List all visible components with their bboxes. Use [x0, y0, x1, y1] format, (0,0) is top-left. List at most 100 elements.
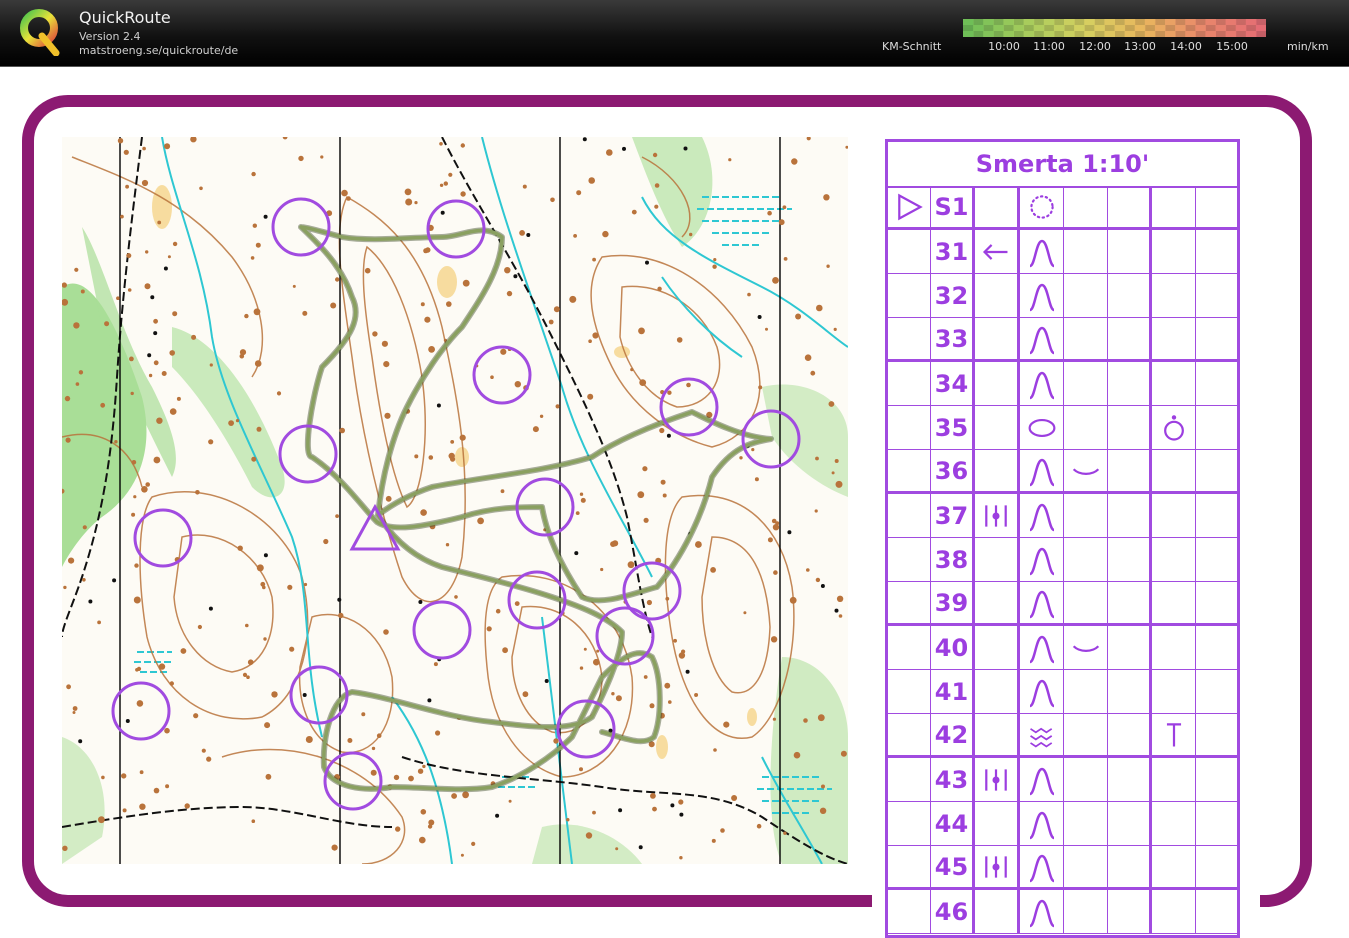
boulder-dot	[630, 368, 634, 372]
pace-scale-cell	[1235, 19, 1247, 25]
boulder-dot	[815, 577, 821, 583]
empty-cell	[1196, 450, 1237, 491]
knoll-icon	[1020, 494, 1064, 537]
boulder-dot	[758, 385, 763, 390]
orienteering-map[interactable]	[62, 137, 848, 864]
boulder-dot	[335, 514, 339, 518]
boulder-dot	[610, 541, 616, 547]
empty-cell	[1196, 802, 1237, 845]
boulder-dot	[209, 363, 213, 367]
empty-cell	[975, 538, 1020, 581]
boulder-dot	[587, 393, 594, 400]
pace-scale-cell	[1215, 19, 1227, 25]
stream-layer	[161, 137, 848, 864]
boulder-dot	[346, 196, 351, 201]
boulder-dot	[840, 750, 847, 757]
boulder-dot	[302, 310, 308, 316]
boulder-dot	[611, 692, 615, 696]
pace-scale-cell	[1124, 31, 1136, 37]
control-code: 34	[931, 362, 975, 405]
boulder-dot	[80, 289, 85, 294]
boulder-dot	[596, 649, 600, 653]
middle-icon	[975, 846, 1020, 887]
boulder-dot	[153, 360, 159, 366]
boulder-dot	[139, 803, 146, 810]
empty-cell	[975, 274, 1020, 317]
boulder-dot	[172, 311, 178, 317]
boulder-dot	[158, 663, 166, 670]
boulder-dot	[439, 142, 443, 146]
empty-cell	[1108, 318, 1152, 359]
pace-scale-cell	[1134, 19, 1146, 25]
boulder-dot	[806, 137, 811, 141]
map-canvas[interactable]	[62, 137, 848, 864]
boulder-dot	[172, 241, 178, 247]
empty-cell	[1108, 494, 1152, 537]
boulder-dot	[711, 838, 716, 843]
pace-label: KM-Schnitt	[882, 40, 942, 53]
boulder-dot	[330, 302, 337, 309]
pace-scale-cell	[1245, 19, 1257, 25]
boulder-dot	[579, 767, 583, 772]
knoll-icon	[1020, 626, 1064, 669]
boulder-dot	[287, 584, 293, 590]
boulder-dot	[522, 691, 529, 698]
empty-cell	[888, 670, 931, 713]
rock-dot	[666, 433, 671, 438]
control-circle[interactable]	[412, 600, 472, 660]
boulder-dot	[395, 826, 401, 832]
pace-scale-cell	[1094, 31, 1105, 37]
boulder-dot	[63, 585, 67, 590]
empty-cell	[1064, 758, 1108, 801]
boulder-dot	[417, 768, 424, 774]
pace-color-scale[interactable]	[963, 19, 1266, 37]
pace-scale-cell	[1175, 25, 1186, 31]
pace-tick: 11:00	[1033, 40, 1065, 53]
control-circle[interactable]	[472, 345, 532, 405]
control-row: 45	[888, 846, 1237, 890]
control-circle[interactable]	[289, 665, 349, 725]
control-circle[interactable]	[111, 681, 171, 741]
pace-scale-cell	[1235, 31, 1247, 37]
control-circle[interactable]	[659, 377, 719, 437]
empty-cell	[1064, 318, 1108, 359]
pace-scale-cell	[1134, 25, 1146, 31]
boulder-dot	[123, 149, 129, 155]
rock-dot	[427, 698, 432, 703]
boulder-dot	[522, 184, 527, 189]
boulder-dot	[393, 774, 400, 781]
boulder-dot	[169, 681, 174, 686]
empty-cell	[1196, 538, 1237, 581]
boulder-dot	[660, 479, 666, 485]
arrow-left-icon	[975, 230, 1020, 273]
pace-tick: 15:00	[1216, 40, 1248, 53]
pace-scale-cell	[1104, 19, 1115, 25]
empty-cell	[1152, 494, 1196, 537]
boulder-dot	[122, 808, 127, 813]
empty-cell	[1152, 626, 1196, 669]
app-url[interactable]: matstroeng.se/quickroute/de	[79, 44, 238, 57]
boulder-dot	[133, 596, 141, 604]
boulder-dot	[462, 791, 469, 799]
boulder-dot	[665, 596, 670, 601]
boulder-dot	[678, 652, 686, 659]
marsh-icon	[1020, 714, 1064, 755]
boulder-dot	[264, 722, 271, 729]
boulder-dot	[169, 350, 175, 356]
boulder-dot	[323, 538, 329, 545]
empty-cell	[1152, 890, 1196, 933]
boulder-dot	[743, 611, 747, 615]
pace-scale-cell	[1225, 25, 1237, 31]
empty-cell	[888, 230, 931, 273]
boulder-dot	[454, 595, 458, 599]
control-row: 38	[888, 538, 1237, 582]
boulder-dot	[142, 146, 146, 151]
boulder-dot	[97, 620, 101, 625]
boulder-dot	[739, 456, 743, 460]
pace-scale-cell	[1195, 25, 1206, 31]
pace-scale-cell	[1205, 19, 1216, 25]
empty-cell	[1108, 186, 1152, 227]
boulder-dot	[600, 567, 604, 572]
control-code-text: 46	[934, 897, 969, 926]
pace-scale-cell	[1154, 25, 1166, 31]
